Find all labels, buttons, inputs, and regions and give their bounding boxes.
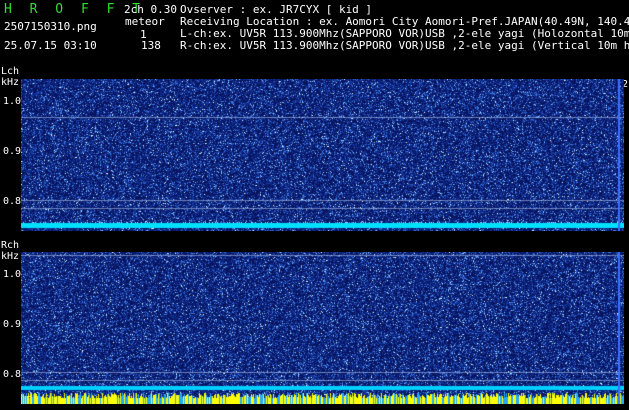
lch-tick-0-9: 0.9: [3, 146, 22, 157]
lch-tick-1-0: 1.0: [3, 96, 22, 107]
rch-label: Rch: [1, 240, 20, 251]
rch-tick-0-8: 0.8: [3, 369, 22, 380]
rch-unit: kHz: [1, 251, 20, 262]
rch-spectrogram: [21, 252, 624, 404]
date-time: 25.07.15 03:10: [4, 39, 97, 52]
lch-label: Lch: [1, 66, 20, 77]
lch-spectrogram: [21, 79, 624, 231]
lch-unit: kHz: [1, 77, 20, 88]
rch-tick-1-0: 1.0: [3, 269, 22, 280]
header-panel: H R O F F T 2ch 0.30 2507150310.png 25.0…: [0, 0, 629, 80]
meteor-label: meteor: [125, 15, 165, 28]
rch-tick-0-9: 0.9: [3, 319, 22, 330]
lch-tick-0-8: 0.8: [3, 196, 22, 207]
file-name: 2507150310.png: [4, 20, 97, 33]
rch-info-line: R-ch:ex. UV5R 113.900Mhz(SAPPORO VOR)USB…: [180, 39, 629, 52]
meteor-count-rch: 138: [141, 39, 161, 52]
